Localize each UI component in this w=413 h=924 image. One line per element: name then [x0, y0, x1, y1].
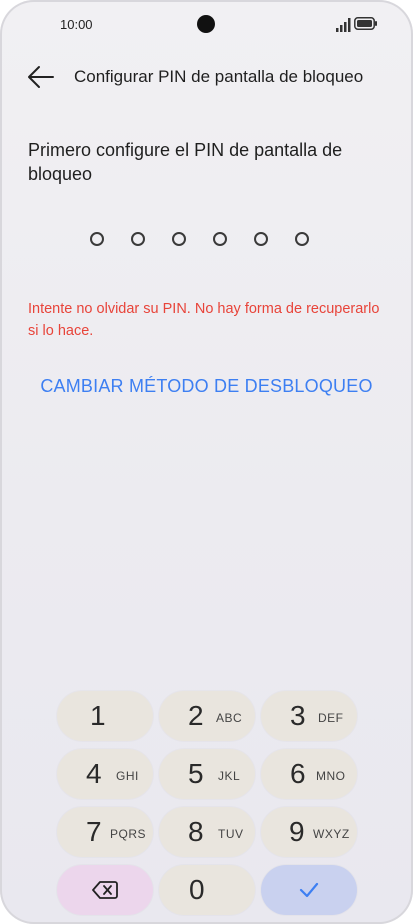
- key-0[interactable]: 0: [159, 865, 255, 915]
- key-2[interactable]: 2 ABC: [159, 691, 255, 741]
- pin-prompt: Primero configure el PIN de pantalla de …: [28, 140, 343, 184]
- key-3[interactable]: 3 DEF: [261, 691, 357, 741]
- delete-button[interactable]: [57, 865, 153, 915]
- key-letters: PQRS: [110, 827, 147, 841]
- pin-indicator: [90, 232, 330, 248]
- app-header: Configurar PIN de pantalla de bloqueo: [0, 58, 413, 98]
- key-digit: 0: [189, 874, 205, 905]
- key-digit: 8: [188, 816, 204, 847]
- pin-dot: [213, 232, 227, 246]
- key-digit: 3: [290, 700, 306, 731]
- arrow-left-icon[interactable]: [27, 64, 55, 90]
- signal-icon: [336, 18, 351, 32]
- change-unlock-method-button[interactable]: CAMBIAR MÉTODO DE DESBLOQUEO: [0, 376, 413, 397]
- status-bar: 10:00: [0, 0, 413, 50]
- pin-warning: Intente no olvidar su PIN. No hay forma …: [28, 301, 380, 339]
- page-title: Configurar PIN de pantalla de bloqueo: [74, 67, 364, 86]
- key-letters: TUV: [218, 827, 244, 841]
- pin-dot: [172, 232, 186, 246]
- pin-dot: [90, 232, 104, 246]
- pin-dot: [254, 232, 268, 246]
- key-5[interactable]: 5 JKL: [159, 749, 255, 799]
- key-letters: DEF: [318, 711, 344, 725]
- key-digit: 2: [188, 700, 204, 731]
- key-letters: ABC: [216, 711, 243, 725]
- key-digit: 6: [290, 758, 306, 789]
- key-digit: 1: [90, 700, 106, 731]
- checkmark-icon: [299, 882, 319, 898]
- pin-dot: [131, 232, 145, 246]
- battery-icon: [354, 17, 377, 30]
- confirm-button[interactable]: [261, 865, 357, 915]
- key-1[interactable]: 1: [57, 691, 153, 741]
- key-letters: JKL: [218, 769, 241, 783]
- camera-cutout: [197, 15, 215, 33]
- status-time: 10:00: [60, 17, 93, 32]
- key-digit: 5: [188, 758, 204, 789]
- pin-dot: [295, 232, 309, 246]
- key-9[interactable]: 9 WXYZ: [261, 807, 357, 857]
- key-7[interactable]: 7 PQRS: [57, 807, 153, 857]
- phone-screen: 10:00 Configurar PIN de pantalla de bloq…: [0, 0, 413, 924]
- key-4[interactable]: 4 GHI: [57, 749, 153, 799]
- backspace-icon: [92, 881, 118, 899]
- key-digit: 7: [86, 816, 102, 847]
- key-8[interactable]: 8 TUV: [159, 807, 255, 857]
- key-6[interactable]: 6 MNO: [261, 749, 357, 799]
- key-letters: GHI: [116, 769, 139, 783]
- numeric-keypad: 1 2 ABC 3 DEF 4 GHI 5 JKL 6 MNO 7 PQRS 8: [0, 668, 413, 924]
- key-digit: 4: [86, 758, 102, 789]
- key-letters: MNO: [316, 769, 346, 783]
- key-letters: WXYZ: [313, 827, 350, 841]
- key-digit: 9: [289, 816, 305, 847]
